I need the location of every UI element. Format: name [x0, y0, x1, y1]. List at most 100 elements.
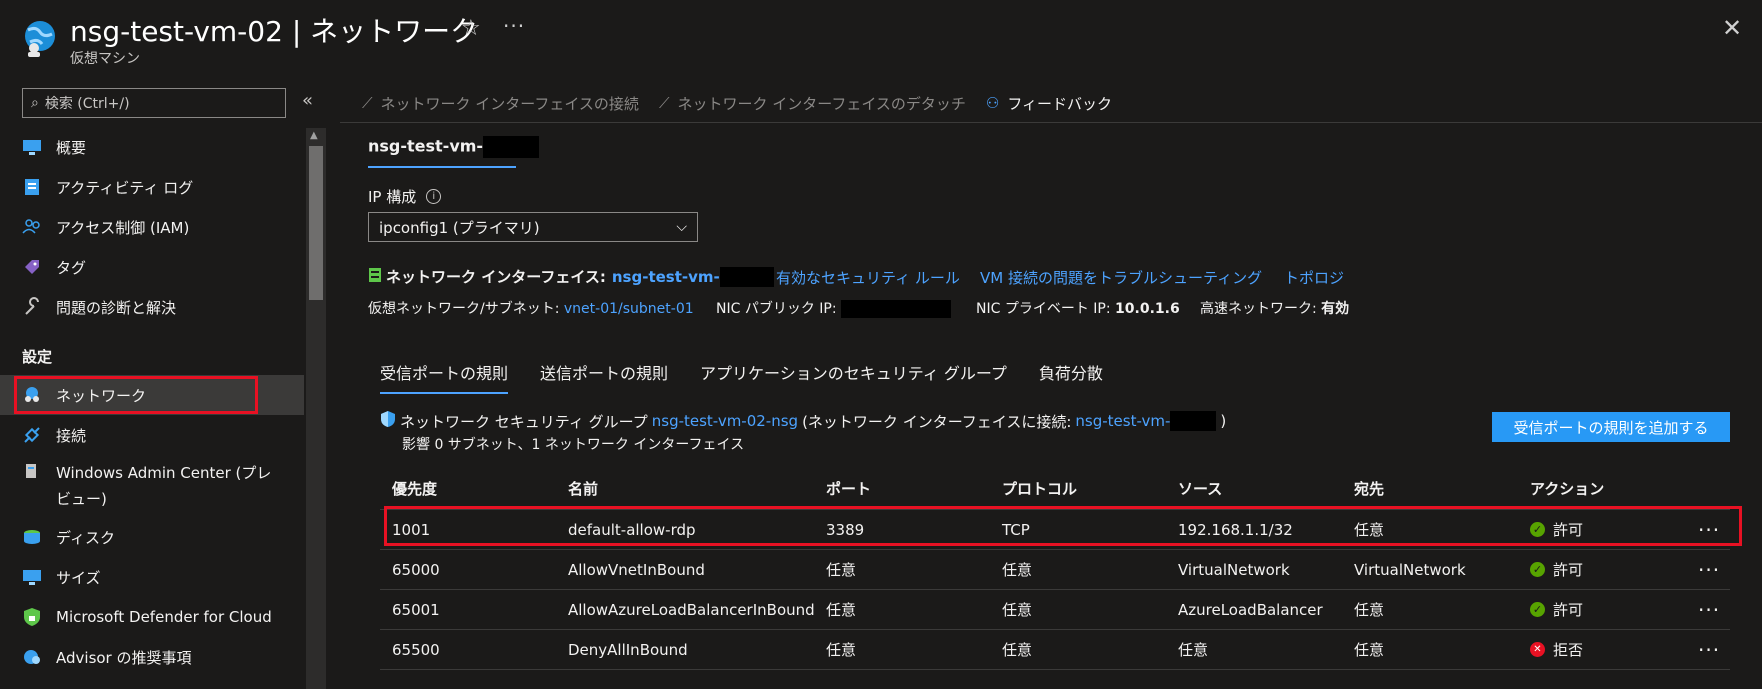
attach-nic-button[interactable]: ⟋ ネットワーク インターフェイスの接続 — [362, 93, 639, 114]
redacted-block — [483, 136, 540, 158]
tab-load-balancing[interactable]: 負荷分散 — [1039, 360, 1103, 394]
troubleshoot-link[interactable]: VM 接続の問題をトラブルシューティング — [980, 267, 1262, 288]
cell-name: AllowAzureLoadBalancerInBound — [568, 600, 815, 619]
sidebar-section-settings: 設定 — [22, 348, 53, 366]
attach-icon: ⟋ — [362, 94, 373, 112]
sidebar-item-defender[interactable]: Microsoft Defender for Cloud — [22, 600, 302, 634]
detach-icon: ⟋ — [658, 94, 670, 112]
star-icon[interactable]: ☆ — [461, 16, 481, 41]
nsg-info: ネットワーク セキュリティ グループ nsg-test-vm-02-nsg (ネ… — [380, 410, 1226, 432]
table-row[interactable]: 65001 AllowAzureLoadBalancerInBound 任意 任… — [380, 590, 1730, 630]
tab-asg[interactable]: アプリケーションのセキュリティ グループ — [700, 360, 1007, 394]
sidebar-item-label: 概要 — [56, 138, 87, 157]
table-row[interactable]: 65000 AllowVnetInBound 任意 任意 VirtualNetw… — [380, 550, 1730, 590]
vnet-info: 仮想ネットワーク/サブネット: vnet-01/subnet-01 — [368, 298, 694, 318]
info-icon[interactable]: i — [426, 189, 442, 204]
sidebar-item-label: タグ — [56, 258, 87, 277]
sidebar-item-label: Microsoft Defender for Cloud — [56, 608, 272, 626]
sidebar-item-tags[interactable]: タグ — [22, 250, 302, 284]
sidebar-item-size[interactable]: サイズ — [22, 560, 302, 594]
chevron-down-icon: ⌵ — [676, 219, 687, 235]
column-header[interactable]: プロトコル — [1002, 468, 1077, 509]
tab-outbound-rules[interactable]: 送信ポートの規則 — [540, 360, 668, 394]
more-icon[interactable]: ··· — [503, 14, 525, 38]
cell-priority: 65000 — [392, 560, 440, 579]
people-icon — [22, 217, 42, 237]
table-header-row: 優先度 名前 ポート プロトコル ソース 宛先 アクション — [380, 468, 1730, 510]
cell-name: AllowVnetInBound — [568, 560, 705, 579]
wrench-icon — [22, 297, 42, 317]
nsg-attached-nic-link[interactable]: nsg-test-vm- — [1075, 412, 1170, 430]
cell-priority: 65500 — [392, 640, 440, 659]
sidebar-scrollbar[interactable]: ▲ — [306, 128, 326, 689]
search-placeholder: 検索 (Ctrl+/) — [44, 96, 130, 112]
allow-check-icon: ✓ — [1530, 602, 1545, 617]
sidebar-item-iam[interactable]: アクセス制御 (IAM) — [22, 210, 302, 244]
vnet-link[interactable]: vnet-01/subnet-01 — [564, 301, 694, 317]
nsg-attached-prefix: (ネットワーク インターフェイスに接続: — [802, 412, 1072, 431]
detach-nic-button[interactable]: ⟋ ネットワーク インターフェイスのデタッチ — [659, 93, 966, 114]
sidebar-item-advisor[interactable]: Advisor の推奨事項 — [22, 640, 302, 674]
column-header[interactable]: 宛先 — [1354, 468, 1384, 509]
monitor-icon — [22, 137, 42, 157]
sidebar-item-label: 接続 — [56, 426, 87, 445]
cell-protocol: 任意 — [1002, 641, 1033, 659]
tab-nic[interactable]: nsg-test-vm- — [368, 136, 540, 158]
scrollbar-thumb[interactable] — [309, 146, 323, 300]
tag-icon — [22, 257, 42, 277]
cell-priority: 65001 — [392, 600, 440, 619]
cell-protocol: 任意 — [1002, 561, 1033, 579]
column-header[interactable]: 名前 — [568, 468, 598, 509]
action-label: 許可 — [1553, 601, 1584, 619]
connect-icon — [22, 425, 42, 445]
cell-name: DenyAllInBound — [568, 640, 688, 659]
sidebar-item-label: アクティビティ ログ — [56, 178, 194, 197]
sidebar-item-overview[interactable]: 概要 — [22, 130, 302, 164]
redacted-block — [719, 266, 774, 287]
add-inbound-rule-button[interactable]: 受信ポートの規則を追加する — [1492, 412, 1730, 442]
row-more-icon[interactable]: ··· — [1698, 630, 1720, 669]
row-more-icon[interactable]: ··· — [1698, 590, 1720, 629]
search-input[interactable]: ⌕ 検索 (Ctrl+/) — [22, 88, 286, 118]
sidebar-item-connect[interactable]: 接続 — [22, 418, 302, 452]
cell-action: ✓ 許可 — [1530, 550, 1583, 589]
nic-name-link[interactable]: nsg-test-vm- — [612, 268, 720, 286]
nsg-name-link[interactable]: nsg-test-vm-02-nsg — [652, 412, 798, 430]
feedback-button[interactable]: ⚇ フィードバック — [986, 93, 1112, 114]
allow-check-icon: ✓ — [1530, 562, 1545, 577]
sidebar-item-activity-log[interactable]: アクティビティ ログ — [22, 170, 302, 204]
size-icon — [22, 567, 42, 587]
collapse-sidebar-icon[interactable]: « — [302, 90, 313, 111]
page-title: nsg-test-vm-02 | ネットワーク — [70, 15, 479, 48]
column-header[interactable]: ポート — [826, 468, 871, 509]
scroll-up-icon[interactable]: ▲ — [310, 130, 318, 141]
effective-security-rules-link[interactable]: 有効なセキュリティ ルール — [776, 267, 960, 288]
accel-label: 高速ネットワーク: — [1200, 301, 1317, 317]
column-header[interactable]: 優先度 — [392, 468, 437, 509]
sidebar-item-diagnose[interactable]: 問題の診断と解決 — [22, 290, 302, 324]
row-more-icon[interactable]: ··· — [1698, 550, 1720, 589]
sidebar-item-admin-center[interactable]: Windows Admin Center (プレビュー) — [22, 460, 302, 516]
disk-icon — [22, 527, 42, 547]
cell-source: 任意 — [1178, 641, 1209, 659]
ipconfig-dropdown[interactable]: ipconfig1 (プライマリ) ⌵ — [368, 212, 698, 242]
table-row[interactable]: 65500 DenyAllInBound 任意 任意 任意 任意 ✕ 拒否 ··· — [380, 630, 1730, 670]
column-header[interactable]: アクション — [1530, 468, 1604, 509]
deny-x-icon: ✕ — [1530, 642, 1545, 657]
cell-port: 任意 — [826, 561, 857, 579]
private-ip-value: 10.0.1.6 — [1115, 301, 1180, 317]
column-header[interactable]: ソース — [1178, 468, 1222, 509]
nsg-impact: 影響 0 サブネット、1 ネットワーク インターフェイス — [402, 437, 745, 453]
close-icon[interactable]: ✕ — [1722, 14, 1742, 42]
highlight-outline — [14, 376, 258, 414]
tab-underline — [368, 166, 516, 168]
nic-icon — [368, 267, 382, 287]
private-ip-label: NIC プライベート IP: — [976, 301, 1111, 317]
sidebar-item-disks[interactable]: ディスク — [22, 520, 302, 554]
vnet-label: 仮想ネットワーク/サブネット: — [368, 301, 560, 317]
topology-link[interactable]: トポロジ — [1284, 267, 1344, 288]
tab-inbound-rules[interactable]: 受信ポートの規則 — [380, 360, 509, 394]
ipconfig-selected: ipconfig1 (プライマリ) — [379, 218, 540, 237]
command-bar: ⟋ ネットワーク インターフェイスの接続 ⟋ ネットワーク インターフェイスのデ… — [362, 88, 1112, 118]
rule-tabs: 受信ポートの規則 送信ポートの規則 アプリケーションのセキュリティ グループ 負… — [380, 360, 1103, 394]
